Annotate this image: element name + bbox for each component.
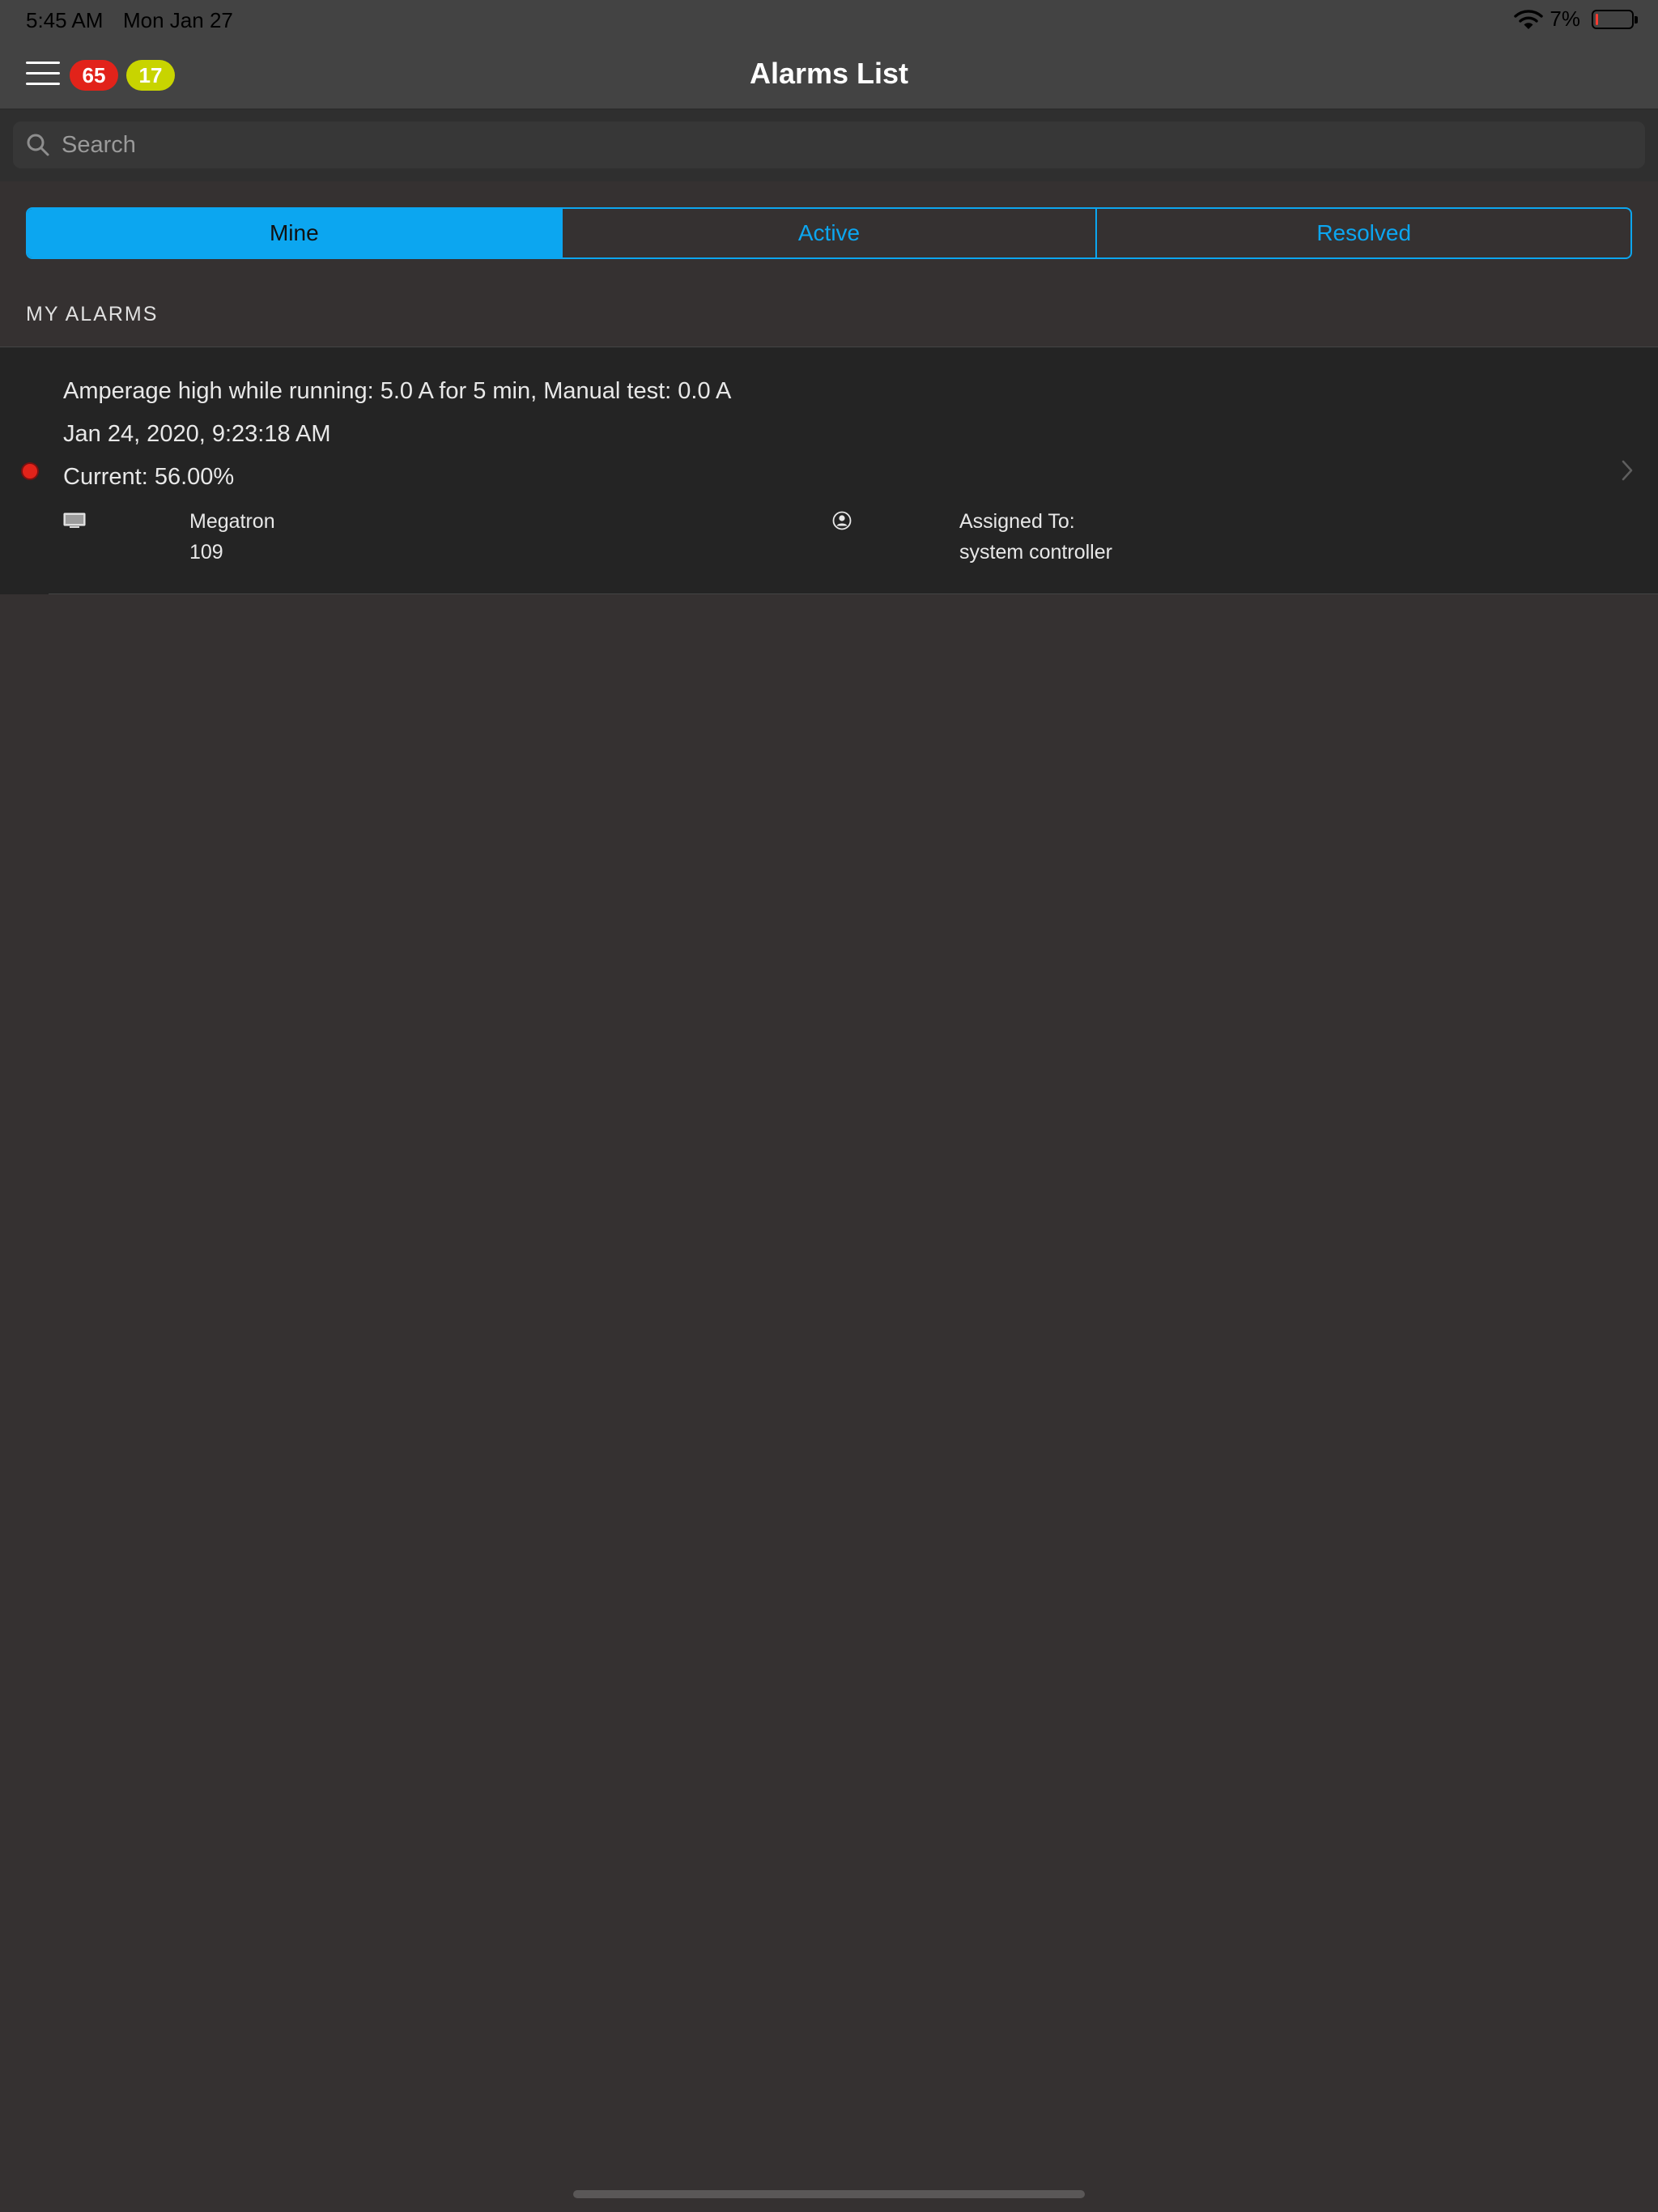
wifi-icon xyxy=(1514,9,1544,29)
nav-bar: 65 17 Alarms List xyxy=(0,39,1658,110)
chevron-right-icon xyxy=(1622,460,1633,481)
battery-icon xyxy=(1592,9,1638,29)
status-right-group: 7% xyxy=(1514,6,1638,32)
alarm-current-value: Current: 56.00% xyxy=(63,464,235,490)
monitor-icon xyxy=(63,513,86,528)
search-bar[interactable] xyxy=(13,121,1645,168)
tab-mine[interactable]: Mine xyxy=(28,209,563,257)
battery-level-fill xyxy=(1596,13,1598,25)
tab-resolved[interactable]: Resolved xyxy=(1097,209,1630,257)
alarm-timestamp: Jan 24, 2020, 9:23:18 AM xyxy=(63,421,331,447)
status-date: Mon Jan 27 xyxy=(123,8,233,32)
status-time: 5:45 AM xyxy=(26,8,104,32)
assigned-to-value: system controller xyxy=(959,541,1112,564)
user-icon xyxy=(832,511,852,530)
device-name: Megatron xyxy=(189,510,275,533)
alarm-list-item[interactable]: Amperage high while running: 5.0 A for 5… xyxy=(0,347,1658,594)
tab-active[interactable]: Active xyxy=(563,209,1098,257)
device-id: 109 xyxy=(189,541,223,564)
section-header: MY ALARMS xyxy=(26,303,159,325)
search-input[interactable] xyxy=(62,121,1600,168)
assigned-to-label: Assigned To: xyxy=(959,510,1075,533)
page-title: Alarms List xyxy=(749,57,909,90)
search-icon xyxy=(27,134,49,156)
search-bar-container xyxy=(0,110,1658,181)
battery-percent: 7% xyxy=(1550,6,1580,31)
status-bar: 5:45 AM Mon Jan 27 7% xyxy=(0,0,1658,39)
alarm-filter-tabs: Mine Active Resolved xyxy=(26,207,1632,259)
alarm-title: Amperage high while running: 5.0 A for 5… xyxy=(63,378,732,404)
home-indicator[interactable] xyxy=(573,2190,1085,2198)
severity-indicator xyxy=(23,464,37,479)
